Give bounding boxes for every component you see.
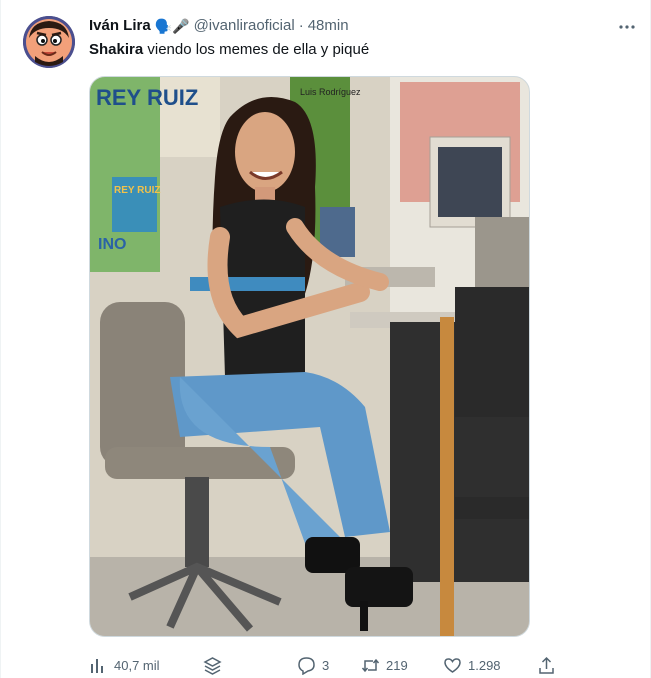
speaking-mic-emoji-icon: 🗣️🎤 [154,18,190,34]
reply-icon [298,657,315,675]
more-icon [619,25,635,29]
views-count: 40,7 mil [114,658,160,673]
tweet-header: Iván Lira 🗣️🎤 @ivanliraoficial · 48min [89,16,349,36]
retweet-button[interactable]: 219 [361,656,408,675]
display-name[interactable]: Iván Lira [89,16,151,36]
poster-label-3: REY RUIZ [114,185,161,196]
reply-button[interactable]: 3 [297,656,329,675]
retweet-count: 219 [386,658,408,673]
share-icon [539,656,554,674]
poster-label-2: Luis Rodríguez [300,87,361,97]
views-button[interactable]: 40,7 mil [89,656,160,675]
avatar[interactable] [23,16,75,68]
tweet-photo[interactable]: REY RUIZ Luis Rodríguez REY RUIZ INO [89,76,530,637]
avatar-illustration [23,16,75,68]
stack-button[interactable] [203,656,222,675]
separator-dot: · [298,17,304,34]
like-button[interactable]: 1.298 [443,656,501,675]
tweet-card[interactable]: Iván Lira 🗣️🎤 @ivanliraoficial · 48min S… [0,0,651,678]
heart-icon [444,658,461,673]
stack-icon [203,657,222,675]
more-options-button[interactable] [614,14,640,40]
poster-label-4: INO [98,236,126,253]
views-icon [91,659,103,673]
like-count: 1.298 [468,658,501,673]
user-handle[interactable]: @ivanliraoficial [194,16,295,36]
timestamp[interactable]: 48min [308,16,349,36]
action-bar: 40,7 mil 3 219 1.298 [89,656,559,678]
retweet-icon [361,658,380,673]
share-button[interactable] [537,656,556,675]
photo-illustration: REY RUIZ Luis Rodríguez REY RUIZ INO [90,77,529,636]
poster-label-1: REY RUIZ [96,85,198,110]
reply-count: 3 [322,658,330,673]
tweet-text: Shakira viendo los memes de ella y piqué [89,40,369,60]
tweet-text-body: viendo los memes de ella y piqué [143,41,370,58]
tweet-text-bold: Shakira [89,41,144,58]
